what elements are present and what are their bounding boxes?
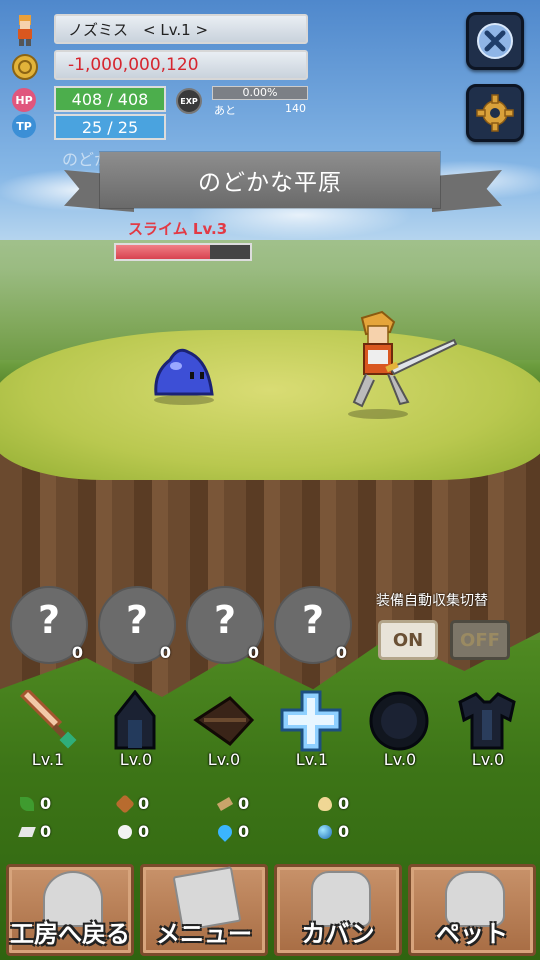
close-button[interactable] — [466, 12, 524, 70]
slot-question-mark: ? — [301, 598, 325, 642]
resource-cotton: 0 — [118, 822, 149, 841]
item-slot-1[interactable]: ? 0 — [10, 586, 88, 664]
island-grass — [0, 330, 540, 480]
equip-level: Lv.0 — [119, 750, 153, 769]
slot-count: 0 — [159, 643, 171, 662]
close-icon — [477, 23, 513, 59]
egg-icon — [318, 796, 332, 811]
resource-orb: 0 — [318, 822, 349, 841]
exp-remaining-row: あと 140 — [214, 102, 306, 117]
equip-ranged[interactable]: Lv.0 — [180, 690, 268, 770]
item-slot-4[interactable]: ? 0 — [274, 586, 352, 664]
slot-question-mark: ? — [37, 598, 61, 642]
armor-icon — [458, 692, 516, 750]
exp-gauge: 0.00% — [212, 86, 308, 100]
pet-button[interactable]: ペット — [408, 864, 536, 956]
slot-count: 0 — [71, 643, 83, 662]
workshop-button[interactable]: 工房へ戻る — [6, 864, 134, 956]
slime-enemy[interactable] — [148, 342, 220, 406]
exp-orb-icon: EXP — [176, 88, 202, 114]
resource-value: 0 — [138, 794, 150, 813]
tp-bar: 25 / 25 — [54, 114, 166, 140]
resource-wood: 0 — [115, 793, 150, 814]
stage-name-banner: のどかな平原 — [100, 152, 440, 208]
ingot-icon — [18, 826, 36, 837]
workshop-label: 工房へ戻る — [10, 920, 130, 948]
resource-value: 0 — [338, 822, 350, 841]
item-slot-3[interactable]: ? 0 — [186, 586, 264, 664]
slot-count: 0 — [335, 643, 347, 662]
enemy-name: スライム Lv.3 — [128, 220, 228, 238]
hp-icon-label: HP — [15, 93, 33, 107]
resource-value: 0 — [40, 822, 52, 841]
menu-label: メニュー — [156, 920, 252, 948]
resource-flame: 0 — [215, 821, 250, 842]
wood-icon — [115, 793, 135, 814]
resource-value: 0 — [238, 822, 250, 841]
gold-coin-icon — [10, 52, 40, 82]
auto-collect-off-button[interactable]: OFF — [450, 620, 510, 660]
orb-icon — [318, 824, 332, 839]
enemy-hp-bar — [114, 243, 252, 261]
equip-level: Lv.1 — [31, 750, 65, 769]
resource-value: 0 — [338, 794, 350, 813]
auto-collect-title: 装備自動収集切替 — [376, 593, 488, 609]
equip-weapon[interactable]: Lv.1 — [4, 690, 92, 770]
equip-level: Lv.0 — [207, 750, 241, 769]
resource-lumber: 0 — [216, 794, 250, 813]
hp-heart-icon: HP — [12, 88, 36, 112]
flame-icon — [215, 821, 235, 842]
tp-icon-label: TP — [16, 119, 32, 133]
resource-egg: 0 — [318, 794, 349, 813]
player-name-level: ノズミス < Lv.1 > — [54, 14, 308, 44]
herb-icon — [20, 796, 34, 811]
equip-armor[interactable]: Lv.0 — [444, 690, 532, 770]
slot-question-mark: ? — [213, 598, 237, 642]
bow-icon — [193, 696, 255, 746]
gold-amount: -1,000,000,120 — [54, 50, 308, 80]
pet-label: ペット — [436, 920, 508, 948]
auto-collect-on-button[interactable]: ON — [378, 620, 438, 660]
gear-icon — [476, 94, 514, 132]
resource-ingot: 0 — [18, 822, 52, 841]
exp-remaining-value: 140 — [285, 102, 306, 115]
cross-icon — [280, 690, 342, 752]
equip-level: Lv.0 — [383, 750, 417, 769]
equip-accessory[interactable]: Lv.1 — [268, 690, 356, 770]
settings-button[interactable] — [466, 84, 524, 142]
player-avatar-icon — [8, 12, 42, 48]
exp-icon-label: EXP — [180, 96, 198, 106]
lumber-icon — [216, 796, 234, 811]
sword-icon — [19, 690, 77, 749]
slot-question-mark: ? — [125, 598, 149, 642]
shield-icon — [369, 691, 429, 751]
exp-percent: 0.00% — [242, 86, 278, 99]
equip-head[interactable]: Lv.0 — [92, 690, 180, 770]
bag-label: カバン — [301, 920, 375, 948]
exp-remaining-label: あと — [214, 104, 236, 117]
resource-value: 0 — [40, 794, 52, 813]
item-slot-2[interactable]: ? 0 — [98, 586, 176, 664]
cotton-icon — [118, 824, 132, 839]
resource-value: 0 — [238, 794, 250, 813]
resource-value: 0 — [138, 822, 150, 841]
bag-button[interactable]: カバン — [274, 864, 402, 956]
helmet-icon — [114, 690, 156, 750]
enemy-hp-fill — [116, 245, 210, 259]
equip-shield[interactable]: Lv.0 — [356, 690, 444, 770]
equip-level: Lv.0 — [471, 750, 505, 769]
hero-character — [348, 310, 458, 419]
menu-button[interactable]: メニュー — [140, 864, 268, 956]
resource-herb: 0 — [20, 794, 51, 813]
tp-heart-icon: TP — [12, 114, 36, 138]
hp-bar: 408 / 408 — [54, 86, 166, 112]
slot-count: 0 — [247, 643, 259, 662]
equip-level: Lv.1 — [295, 750, 329, 769]
